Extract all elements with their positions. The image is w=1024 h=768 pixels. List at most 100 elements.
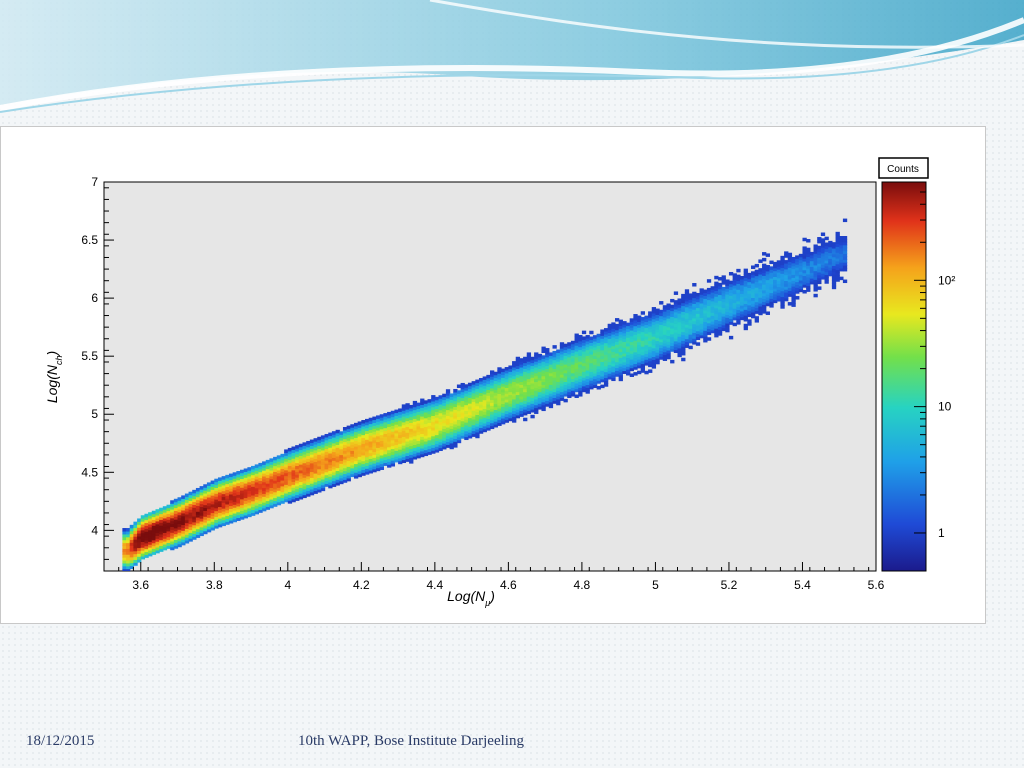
heatmap-cell	[673, 291, 679, 295]
heatmap-cell	[438, 395, 443, 399]
heatmap-cell	[368, 417, 373, 422]
heatmap-cell	[824, 242, 829, 246]
heatmap-cell	[784, 260, 789, 264]
heatmap-cell	[695, 342, 701, 346]
heatmap-cell	[431, 395, 436, 399]
heatmap-cell	[240, 469, 245, 474]
heatmap-cell	[376, 415, 381, 419]
heatmap-cell	[581, 330, 587, 335]
heatmap-cell	[688, 293, 693, 297]
heatmap-cell	[589, 330, 594, 335]
heatmap-cell	[214, 478, 219, 483]
heatmap-cell	[243, 468, 248, 472]
heatmap-cell	[236, 471, 241, 475]
heatmap-cell	[456, 384, 462, 389]
heatmap-cell	[298, 443, 304, 448]
heatmap-cell	[365, 418, 370, 423]
heatmap-cell	[232, 472, 237, 476]
y-tick-label: 6	[91, 291, 98, 305]
heatmap-cell	[563, 343, 568, 348]
heatmap-cell	[372, 416, 377, 421]
heatmap-cell	[784, 251, 789, 255]
heatmap-cell	[600, 384, 605, 389]
heatmap-cell	[328, 432, 333, 437]
heatmap-cell	[195, 487, 201, 492]
heatmap-cell	[471, 381, 476, 385]
heatmap-cell	[151, 510, 157, 515]
heatmap-cell	[765, 265, 770, 269]
heatmap-cell	[629, 318, 634, 322]
heatmap-cell	[530, 356, 535, 361]
y-tick-label: 6.5	[81, 233, 98, 247]
heatmap-cell	[692, 283, 697, 287]
heatmap-cell	[762, 257, 767, 262]
x-tick-label: 5.6	[868, 578, 885, 592]
heatmap-cell	[181, 495, 186, 499]
heatmap-cell	[262, 461, 267, 465]
heatmap-cell	[346, 425, 351, 430]
heatmap-cell	[203, 484, 208, 488]
heatmap-cell	[813, 244, 818, 248]
heatmap-cell	[773, 261, 778, 266]
heatmap-cell	[155, 509, 160, 513]
heatmap-cell	[592, 335, 598, 339]
y-tick-label: 4	[91, 523, 98, 537]
heatmap-cell	[817, 245, 822, 250]
heatmap-cell	[523, 417, 528, 422]
heatmap-cell	[839, 236, 844, 240]
heatmap-cell	[839, 276, 844, 281]
heatmap-cell	[670, 298, 675, 303]
heatmap-cell	[508, 365, 513, 369]
heatmap-cell	[765, 253, 770, 257]
x-tick-label: 4	[284, 578, 291, 592]
heatmap-cell	[648, 311, 653, 315]
heatmap-cell	[806, 247, 811, 252]
heatmap-cell	[644, 315, 649, 320]
heatmap-cell	[148, 512, 153, 516]
heatmap-cell	[618, 319, 623, 324]
heatmap-cell	[225, 474, 230, 479]
heatmap-cell	[567, 342, 572, 346]
heatmap-cell	[706, 279, 712, 283]
heatmap-cell	[714, 281, 719, 286]
heatmap-cell	[633, 314, 638, 318]
heatmap-cell	[552, 345, 557, 349]
heatmap-cell	[217, 477, 223, 481]
heatmap-cell	[486, 374, 491, 379]
heatmap-cell	[751, 265, 756, 269]
heatmap-cell	[603, 328, 609, 332]
heatmap-cell	[673, 300, 679, 304]
heatmap-cell	[728, 335, 734, 340]
heatmap-cell	[688, 345, 693, 350]
heatmap-cell	[420, 398, 425, 403]
colorbar-tick-label: 10	[938, 400, 952, 414]
heatmap-cell	[651, 307, 657, 311]
heatmap-cell	[552, 350, 557, 355]
heatmap-cell	[769, 266, 774, 270]
heatmap-cell	[302, 442, 307, 446]
heatmap-cell	[666, 303, 671, 308]
heatmap-cell	[758, 259, 763, 263]
heatmap-cell	[122, 528, 127, 532]
x-tick-label: 5.4	[794, 578, 811, 592]
heatmap-cell	[725, 279, 730, 283]
colorbar-tick-label: 1	[938, 526, 945, 540]
heatmap-cell	[394, 409, 399, 414]
heatmap-cell	[677, 298, 682, 302]
heatmap-cell	[813, 293, 818, 298]
heatmap-cell	[339, 431, 344, 435]
heatmap-cell	[637, 370, 642, 375]
x-tick-label: 4.8	[574, 578, 591, 592]
heatmap-cell	[706, 337, 712, 341]
heatmap-cell	[467, 382, 473, 387]
heatmap-cell	[324, 433, 329, 438]
heatmap-cell	[335, 429, 340, 434]
heatmap-cell	[159, 507, 164, 512]
x-tick-label: 3.8	[206, 578, 223, 592]
heatmap-cell	[545, 348, 550, 352]
heatmap-cell	[747, 272, 752, 277]
heatmap-cell	[684, 289, 690, 293]
heatmap-cell	[353, 422, 359, 427]
heatmap-cell	[739, 276, 745, 280]
heatmap-cell	[140, 515, 146, 519]
